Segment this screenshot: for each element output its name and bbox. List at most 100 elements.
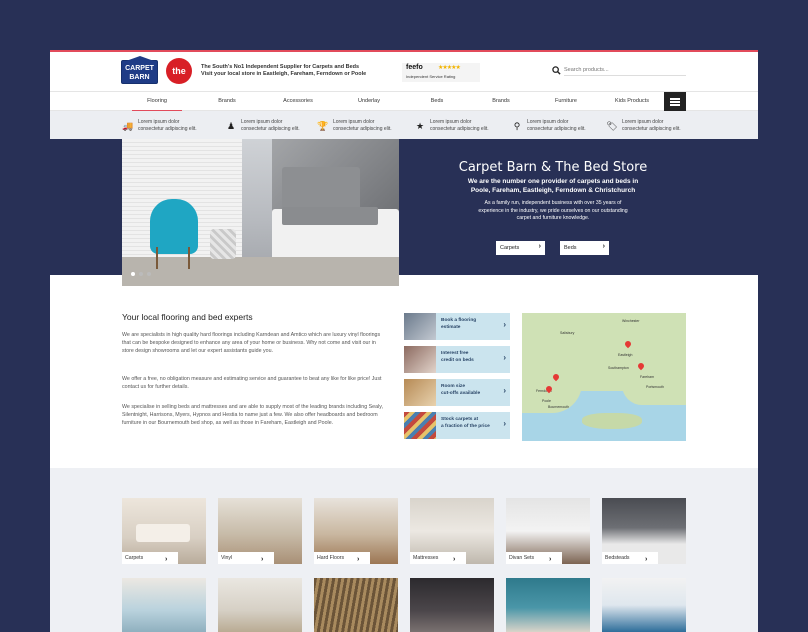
- carpets-button[interactable]: Carpets ›: [496, 241, 545, 255]
- usp-item: ★ Lorem ipsum dolor consectetur adipiscin…: [414, 119, 510, 141]
- cta-stock-carpets[interactable]: Stock carpets at a fraction of the price …: [404, 412, 510, 439]
- hero-description: As a family run, independent business wi…: [450, 200, 656, 223]
- sofa-image: [136, 524, 190, 542]
- pouf: [210, 229, 236, 259]
- intro-paragraph: We offer a free, no obligation measure a…: [122, 376, 382, 390]
- carpet-barn-logo-text: CARPET BARN: [125, 65, 154, 81]
- hero-desc-line: experience in the industry, we pride our…: [478, 207, 628, 214]
- category-tile-image[interactable]: [602, 578, 686, 632]
- category-tile-image[interactable]: [122, 578, 206, 632]
- category-tile-bedsteads[interactable]: Bedsteads ›: [602, 498, 686, 564]
- cta-line: Book a flooring: [441, 318, 477, 323]
- nav-item-furniture[interactable]: Furniture: [535, 92, 597, 111]
- hero-subtitle-line: Poole, Fareham, Eastleigh, Ferndown & Ch…: [470, 186, 636, 194]
- usp-line: consectetur adipiscing elit.: [430, 125, 489, 132]
- nav-item-bed-brands[interactable]: Brands: [470, 92, 532, 111]
- hero-subtitle-line: We are the number one provider of carpet…: [467, 178, 639, 185]
- tag-icon: 🏷: [606, 121, 618, 131]
- main-nav: Flooring Brands Accessories Underlay Bed…: [50, 91, 758, 111]
- usp-line: consectetur adipiscing elit.: [527, 125, 586, 132]
- intro-paragraph: We specialise in selling beds and mattre…: [122, 404, 383, 426]
- chair-leg: [188, 247, 190, 269]
- search-input[interactable]: [564, 65, 686, 76]
- page-canvas: CARPET BARN the bed The South's No1 Inde…: [50, 50, 758, 632]
- tagline-line-2: Visit your local store in Eastleigh, Far…: [201, 71, 367, 77]
- category-label: Bedsteads: [602, 552, 658, 564]
- chevron-right-icon: ›: [602, 243, 605, 250]
- map-label: Portsmouth: [646, 385, 664, 389]
- tagline-line-1: The South's No1 Independent Supplier for…: [201, 64, 360, 70]
- category-label: Mattresses: [410, 552, 466, 564]
- usp-line: consectetur adipiscing elit.: [241, 125, 300, 132]
- usp-line: consectetur adipiscing elit.: [622, 125, 681, 132]
- intro-paragraph: We are specialists in high quality hard …: [122, 332, 381, 354]
- chevron-right-icon: ›: [357, 556, 360, 563]
- beds-button[interactable]: Beds ›: [560, 241, 609, 255]
- cta-image: [404, 412, 436, 439]
- category-label: Vinyl: [218, 552, 274, 564]
- carousel-dot[interactable]: [147, 272, 151, 276]
- category-tile-image[interactable]: [314, 578, 398, 632]
- nav-item-underlay[interactable]: Underlay: [338, 92, 400, 111]
- truck-icon: 🚚: [122, 121, 134, 131]
- search-icon[interactable]: [552, 66, 561, 75]
- chevron-right-icon: ›: [503, 353, 506, 362]
- usp-item: 🏆 Lorem ipsum dolor consectetur adipiscin…: [317, 119, 413, 141]
- hero-desc-line: As a family run, independent business wi…: [484, 200, 622, 206]
- hero-banner: Carpet Barn & The Bed Store We are the n…: [50, 139, 758, 286]
- chevron-right-icon: ›: [503, 386, 506, 395]
- chevron-right-icon: ›: [549, 556, 552, 563]
- map-label: Salisbury: [560, 331, 575, 335]
- chevron-right-icon: ›: [645, 556, 648, 563]
- cta-interest-free[interactable]: Interest free credit on beds ›: [404, 346, 510, 373]
- category-tile-mattresses[interactable]: Mattresses ›: [410, 498, 494, 564]
- feefo-rating-badge[interactable]: feefo ★★★★★ Independent Service Rating: [402, 63, 480, 82]
- hero-bedroom-image: [122, 139, 399, 286]
- floor: [122, 257, 399, 286]
- map-label: Bournemouth: [548, 405, 570, 409]
- category-label: Hard Floors: [314, 552, 370, 564]
- cta-image: [404, 346, 436, 373]
- cta-line: a fraction of the price: [441, 423, 490, 429]
- site-header: CARPET BARN the bed The South's No1 Inde…: [50, 50, 758, 102]
- map-label: Winchester: [622, 319, 640, 323]
- star-icon: ★: [415, 121, 425, 131]
- nav-item-brands[interactable]: Brands: [196, 92, 258, 111]
- cta-book-estimate[interactable]: Book a flooring estimate ›: [404, 313, 510, 340]
- nav-item-accessories[interactable]: Accessories: [267, 92, 329, 111]
- carousel-dot[interactable]: [131, 272, 135, 276]
- category-tile-divan-sets[interactable]: Divan Sets ›: [506, 498, 590, 564]
- menu-button[interactable]: [664, 92, 686, 111]
- nav-item-kids-products[interactable]: Kids Products: [601, 92, 663, 111]
- category-tile-image[interactable]: [218, 578, 302, 632]
- map-label: Fareham: [640, 375, 655, 379]
- cta-line: credit on beds: [441, 357, 474, 363]
- hero-desc-line: carpet and furniture knowledge.: [516, 215, 590, 221]
- usp-line: consectetur adipiscing elit.: [138, 125, 197, 132]
- chair-leg: [156, 247, 158, 269]
- category-tile-vinyl[interactable]: Vinyl ›: [218, 498, 302, 564]
- hamburger-icon-bar: [670, 101, 680, 103]
- nav-item-beds[interactable]: Beds: [406, 92, 468, 111]
- carpet-barn-logo[interactable]: CARPET BARN: [121, 56, 158, 84]
- carousel-dots: [131, 263, 155, 281]
- category-label: Divan Sets: [506, 552, 562, 564]
- hamburger-icon: [670, 98, 680, 100]
- feefo-logo: feefo: [406, 64, 423, 71]
- category-tile-hard-floors[interactable]: Hard Floors ›: [314, 498, 398, 564]
- category-tile-carpets[interactable]: Carpets ›: [122, 498, 206, 564]
- nav-item-flooring[interactable]: Flooring: [126, 92, 188, 111]
- bed-store-logo[interactable]: the bed: [166, 58, 192, 102]
- chevron-right-icon: ›: [165, 556, 168, 563]
- blue-armchair: [150, 199, 198, 254]
- category-tile-image[interactable]: [506, 578, 590, 632]
- cta-room-size[interactable]: Room size cut-offs available ›: [404, 379, 510, 406]
- carousel-dot[interactable]: [139, 272, 143, 276]
- map-land: [522, 313, 686, 391]
- store-locations-map[interactable]: Salisbury Winchester Eastleigh Southampt…: [522, 313, 686, 441]
- hero-subtitle: We are the number one provider of carpet…: [442, 178, 664, 195]
- chevron-right-icon: ›: [503, 419, 506, 428]
- isle-of-wight: [582, 413, 642, 429]
- beds-button-label: Beds: [564, 245, 577, 251]
- category-tile-image[interactable]: [410, 578, 494, 632]
